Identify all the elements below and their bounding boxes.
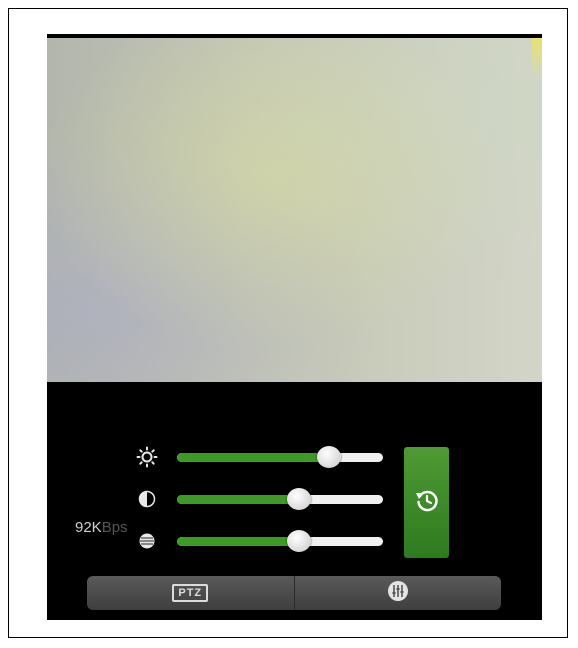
bitrate-value: 92K xyxy=(75,519,102,536)
brightness-slider-row xyxy=(135,445,385,469)
equalizer-icon xyxy=(387,580,409,607)
equalizer-tab[interactable] xyxy=(293,576,502,610)
history-reset-icon xyxy=(414,488,440,517)
saturation-thumb[interactable] xyxy=(286,530,311,552)
reset-button[interactable] xyxy=(404,447,449,558)
app-screen: 92KBps PTZ xyxy=(47,34,542,620)
contrast-thumb[interactable] xyxy=(286,488,311,510)
saturation-fill xyxy=(177,537,299,546)
brightness-fill xyxy=(177,453,330,462)
saturation-track[interactable] xyxy=(177,537,383,546)
saturation-slider-row xyxy=(135,529,385,553)
bitrate-readout: 92KBps xyxy=(75,519,128,536)
camera-video-feed[interactable] xyxy=(47,38,542,382)
bottom-tab-bar: PTZ xyxy=(87,576,501,610)
control-panel: 92KBps PTZ xyxy=(47,382,542,620)
brightness-track[interactable] xyxy=(177,453,383,462)
ptz-tab[interactable]: PTZ xyxy=(87,576,294,610)
saturation-icon xyxy=(135,529,159,553)
contrast-fill xyxy=(177,495,299,504)
contrast-track[interactable] xyxy=(177,495,383,504)
video-artifact xyxy=(532,38,542,78)
ptz-icon: PTZ xyxy=(172,584,209,602)
brightness-icon xyxy=(135,445,159,469)
contrast-icon xyxy=(135,487,159,511)
bitrate-unit: Bps xyxy=(101,519,128,536)
brightness-thumb[interactable] xyxy=(317,446,342,468)
contrast-slider-row xyxy=(135,487,385,511)
